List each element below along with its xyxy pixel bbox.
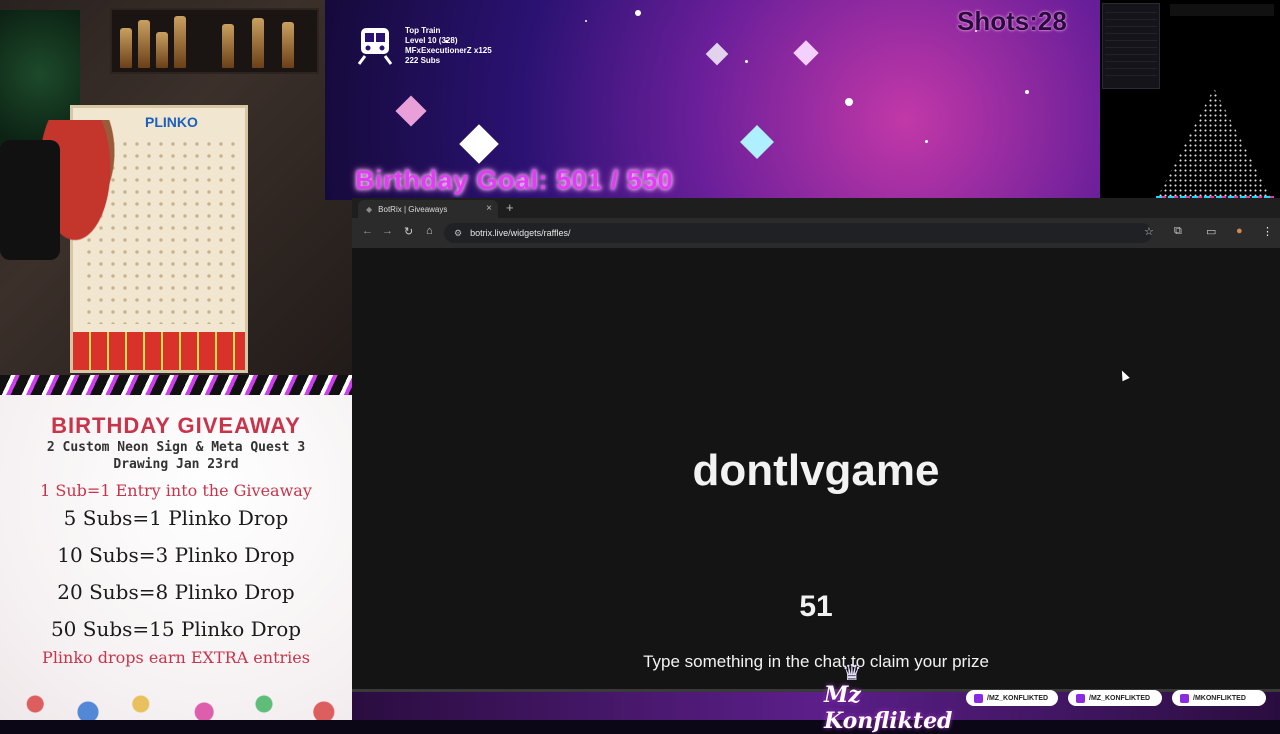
- train-title: Top Train: [405, 26, 441, 35]
- claim-countdown: 51: [799, 590, 833, 623]
- close-icon[interactable]: ×: [486, 203, 492, 214]
- train-level: Level 10 (328): [405, 36, 458, 45]
- url-text: botrix.live/widgets/raffles/: [470, 228, 571, 238]
- shots-counter: Shots:28: [957, 6, 1067, 36]
- train-top-user: MFxExecutionerZ x125: [405, 46, 492, 55]
- site-favicon-icon: ◆: [366, 204, 373, 214]
- giveaway-tier: 50 Subs=15 Plinko Drop: [50, 617, 302, 641]
- decorative-stripes: [0, 375, 352, 395]
- raffle-widget: dontlvgame 51 Type something in the chat…: [352, 248, 1280, 692]
- webcam-feed: PLINKO: [0, 0, 352, 395]
- star-icon[interactable]: ☆: [1144, 225, 1154, 238]
- train-subs: 222 Subs: [405, 56, 441, 65]
- winner-name: dontlvgame: [692, 446, 940, 495]
- bottle-shelf: [110, 8, 319, 74]
- brand-logo: ♛ Mz Konflikted: [820, 660, 960, 734]
- microphone: [0, 140, 60, 260]
- cursor-icon: [1118, 368, 1130, 382]
- plus-icon[interactable]: +: [506, 200, 514, 215]
- browser-window: ◆ BotRix | Giveaways × + ← → ↻ ⌂ ⚙ botri…: [352, 198, 1280, 692]
- tab-botrix-giveaways[interactable]: ◆ BotRix | Giveaways ×: [358, 200, 498, 218]
- balloons-decoration: [0, 680, 352, 720]
- giveaway-date: Drawing Jan 23rd: [113, 457, 239, 472]
- profile-icon[interactable]: ●: [1236, 225, 1243, 237]
- plinko-pegs: [1158, 88, 1270, 196]
- sidepanel-icon[interactable]: ▭: [1206, 225, 1216, 238]
- social-kick: /MZ_KONFLIKTED: [1068, 690, 1162, 706]
- youtube-icon: [974, 693, 983, 703]
- back-icon[interactable]: ←: [362, 225, 373, 237]
- plinko-hud: [1170, 4, 1274, 16]
- menu-icon[interactable]: ⋮: [1262, 225, 1273, 238]
- tab-strip: ◆ BotRix | Giveaways × +: [352, 198, 1280, 218]
- giveaway-tier: 5 Subs=1 Plinko Drop: [63, 506, 289, 530]
- brand-name: Mz Konflikted: [824, 682, 953, 734]
- high-scores-panel: [1102, 3, 1160, 89]
- nav-bar: ← → ↻ ⌂ ⚙ botrix.live/widgets/raffles/ ☆…: [352, 218, 1280, 248]
- top-train-widget: Top Train Level 10 (328) MFxExecutionerZ…: [357, 26, 492, 66]
- social-x: /MKONFLIKTED: [1172, 690, 1266, 706]
- plinko-logo: PLINKO: [145, 114, 198, 130]
- giveaway-entry-rule: 1 Sub=1 Entry into the Giveaway: [40, 481, 312, 500]
- extensions-icon[interactable]: ⧉: [1174, 225, 1182, 238]
- galaxy-banner: Top Train Level 10 (328) MFxExecutionerZ…: [325, 0, 1100, 200]
- giveaway-prizes: 2 Custom Neon Sign & Meta Quest 3: [46, 440, 306, 455]
- address-bar[interactable]: ⚙ botrix.live/widgets/raffles/: [444, 223, 1152, 243]
- birthday-goal: Birthday Goal: 501 / 550: [355, 165, 674, 195]
- site-info-icon[interactable]: ⚙: [454, 228, 462, 239]
- giveaway-tier: 10 Subs=3 Plinko Drop: [57, 543, 295, 567]
- x-icon: [1180, 693, 1189, 703]
- forward-icon[interactable]: →: [382, 225, 393, 237]
- giveaway-panel: BIRTHDAY GIVEAWAY 2 Custom Neon Sign & M…: [0, 395, 352, 720]
- train-icon: [357, 26, 393, 66]
- giveaway-title: BIRTHDAY GIVEAWAY: [51, 413, 301, 438]
- tab-title: BotRix | Giveaways: [378, 204, 448, 214]
- claim-instruction: Type something in the chat to claim your…: [643, 652, 989, 671]
- reload-icon[interactable]: ↻: [404, 225, 413, 238]
- giveaway-footer: Plinko drops earn EXTRA entries: [42, 648, 310, 667]
- giveaway-tier: 20 Subs=8 Plinko Drop: [57, 580, 295, 604]
- home-icon[interactable]: ⌂: [426, 225, 433, 237]
- kick-icon: [1076, 693, 1085, 703]
- social-youtube: /MZ_KONFLIKTED: [966, 690, 1058, 706]
- plinko-overlay: [1100, 0, 1280, 210]
